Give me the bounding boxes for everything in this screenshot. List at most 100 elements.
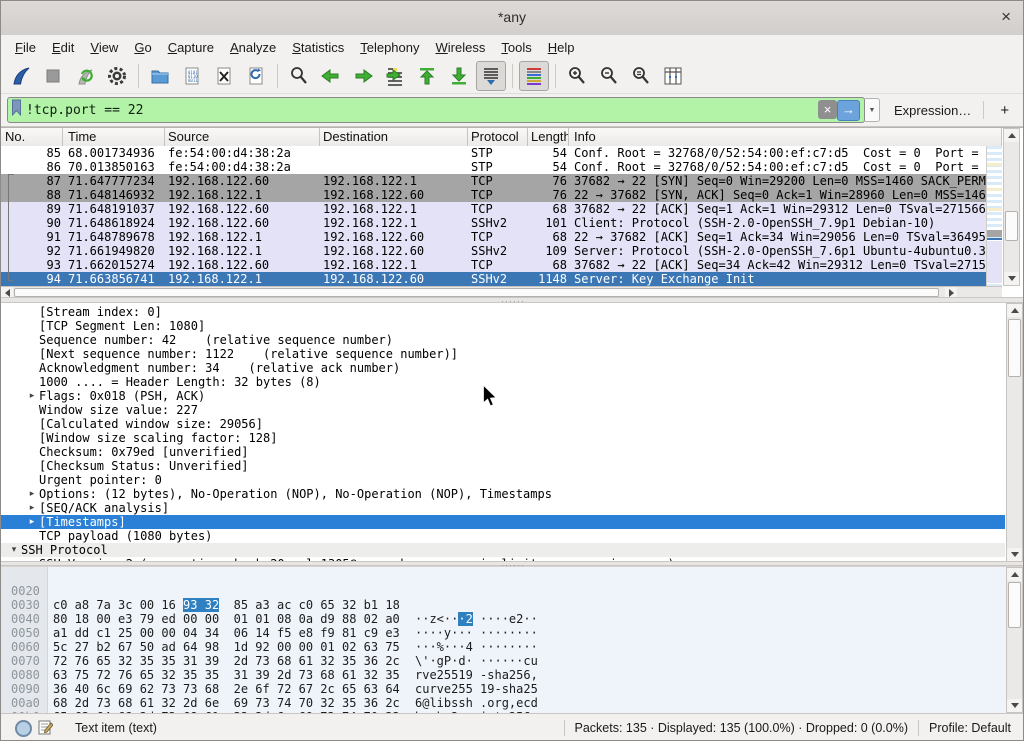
close-file-icon[interactable]: [209, 61, 239, 91]
expand-arrow-icon[interactable]: ▸: [25, 487, 39, 501]
zoom-in-magnifier-icon[interactable]: [562, 61, 592, 91]
start-capture-fin-icon[interactable]: [6, 61, 36, 91]
profile-label[interactable]: Profile: Default: [929, 721, 1011, 735]
open-file-folder-icon[interactable]: [145, 61, 175, 91]
packet-row[interactable]: 93 71.662015274 192.168.122.60 192.168.1…: [1, 258, 1002, 272]
menu-item[interactable]: Telephony: [352, 38, 427, 57]
reload-file-icon[interactable]: [241, 61, 271, 91]
menu-item[interactable]: View: [82, 38, 126, 57]
close-icon[interactable]: ×: [1001, 7, 1011, 27]
packet-list-header[interactable]: No. Time Source Destination Protocol Len…: [1, 128, 1002, 147]
detail-row[interactable]: [TCP Segment Len: 1080]: [1, 319, 1005, 333]
zoom-original-magnifier-icon[interactable]: [626, 61, 656, 91]
detail-row[interactable]: Acknowledgment number: 34 (relative ack …: [1, 361, 1005, 375]
detail-row[interactable]: ▾ SSH Protocol: [1, 543, 1005, 557]
menu-item[interactable]: Tools: [493, 38, 539, 57]
expand-arrow-icon[interactable]: [25, 431, 39, 445]
stop-capture-icon[interactable]: [38, 61, 68, 91]
resize-columns-icon[interactable]: [658, 61, 688, 91]
packet-row[interactable]: 92 71.661949820 192.168.122.1 192.168.12…: [1, 244, 1002, 258]
expression-button[interactable]: Expression…: [894, 103, 971, 118]
detail-row[interactable]: [Next sequence number: 1122 (relative se…: [1, 347, 1005, 361]
save-file-icon[interactable]: 010101100011: [177, 61, 207, 91]
menu-item[interactable]: Capture: [160, 38, 222, 57]
expand-arrow-icon[interactable]: [25, 305, 39, 319]
expand-arrow-icon[interactable]: [25, 459, 39, 473]
intelligent-scrollbar-minimap[interactable]: [986, 146, 1002, 286]
packet-row[interactable]: 94 71.663856741 192.168.122.1 192.168.12…: [1, 272, 1002, 286]
menu-item[interactable]: Statistics: [284, 38, 352, 57]
expand-arrow-icon[interactable]: [25, 375, 39, 389]
expand-arrow-icon[interactable]: ▾: [7, 543, 21, 557]
packet-row[interactable]: 85 68.001734936 fe:54:00:d4:38:2a STP 54…: [1, 146, 1002, 160]
filter-bookmark-icon[interactable]: [11, 99, 22, 121]
packet-row[interactable]: 89 71.648191037 192.168.122.60 192.168.1…: [1, 202, 1002, 216]
column-source[interactable]: Source: [165, 128, 320, 146]
detail-row[interactable]: ▸ [SEQ/ACK analysis]: [1, 501, 1005, 515]
go-forward-arrow-icon[interactable]: [348, 61, 378, 91]
auto-scroll-icon[interactable]: [476, 61, 506, 91]
column-info[interactable]: Info: [569, 128, 1002, 146]
hex-row[interactable]: 00a0 65 63 64 68 2d 73 68 61 32 2d 6e 69…: [1, 682, 1005, 696]
scroll-thumb[interactable]: [1008, 582, 1021, 628]
detail-row[interactable]: [Checksum Status: Unverified]: [1, 459, 1005, 473]
scroll-down-icon[interactable]: [1007, 699, 1022, 712]
expand-arrow-icon[interactable]: [25, 417, 39, 431]
column-destination[interactable]: Destination: [320, 128, 468, 146]
menu-item[interactable]: Edit: [44, 38, 82, 57]
hex-row[interactable]: 0020 c0 a8 7a 3c 00 16 93 32 85 a3 ac c0…: [1, 570, 1005, 584]
expand-arrow-icon[interactable]: [25, 403, 39, 417]
filter-apply-icon[interactable]: →: [837, 100, 860, 121]
hex-row[interactable]: 0060 72 76 65 32 35 35 31 39 2d 73 68 61…: [1, 626, 1005, 640]
go-last-packet-icon[interactable]: [444, 61, 474, 91]
scroll-up-icon[interactable]: [1007, 568, 1022, 581]
packet-row[interactable]: 91 71.648789678 192.168.122.1 192.168.12…: [1, 230, 1002, 244]
column-no[interactable]: No.: [1, 128, 63, 146]
scroll-thumb[interactable]: [1005, 211, 1018, 241]
hex-row[interactable]: 0070 63 75 72 76 65 32 35 35 31 39 2d 73…: [1, 640, 1005, 654]
scroll-down-icon[interactable]: [1004, 272, 1019, 285]
hex-row[interactable]: 0050 5c 27 b2 67 50 ad 64 98 1d 92 00 00…: [1, 612, 1005, 626]
detail-row[interactable]: TCP payload (1080 bytes): [1, 529, 1005, 543]
menu-item[interactable]: Analyze: [222, 38, 284, 57]
detail-row[interactable]: ▸ [Timestamps]: [1, 515, 1005, 529]
expand-arrow-icon[interactable]: [25, 319, 39, 333]
expand-arrow-icon[interactable]: ▸: [25, 501, 39, 515]
detail-row[interactable]: ▸ Flags: 0x018 (PSH, ACK): [1, 389, 1005, 403]
packet-row[interactable]: 86 70.013850163 fe:54:00:d4:38:2a STP 54…: [1, 160, 1002, 174]
detail-row[interactable]: Checksum: 0x79ed [unverified]: [1, 445, 1005, 459]
column-time[interactable]: Time: [63, 128, 165, 146]
scroll-up-icon[interactable]: [1004, 129, 1019, 142]
hex-row[interactable]: 0040 a1 dd c1 25 00 00 04 34 06 14 f5 e8…: [1, 598, 1005, 612]
expand-arrow-icon[interactable]: [25, 529, 39, 543]
hex-row[interactable]: 0090 68 2d 73 68 61 32 2d 6e 69 73 74 70…: [1, 668, 1005, 682]
display-filter-input[interactable]: !tcp.port == 22 × →: [7, 97, 865, 123]
menu-item[interactable]: File: [7, 38, 44, 57]
title-bar[interactable]: *any ×: [1, 1, 1023, 36]
zoom-out-magnifier-icon[interactable]: [594, 61, 624, 91]
expand-arrow-icon[interactable]: [25, 473, 39, 487]
column-protocol[interactable]: Protocol: [468, 128, 528, 146]
hex-row[interactable]: 0080 36 40 6c 69 62 73 73 68 2e 6f 72 67…: [1, 654, 1005, 668]
expand-arrow-icon[interactable]: ▸: [25, 389, 39, 403]
hex-vscrollbar[interactable]: [1006, 567, 1023, 713]
go-first-packet-icon[interactable]: [412, 61, 442, 91]
expand-arrow-icon[interactable]: [25, 361, 39, 375]
expand-arrow-icon[interactable]: [25, 333, 39, 347]
scroll-thumb[interactable]: [1008, 319, 1021, 377]
hex-row[interactable]: 00b0 38 34 2c 65 63 64 68 2d 73 68 61 32…: [1, 696, 1005, 710]
go-back-arrow-icon[interactable]: [316, 61, 346, 91]
colorize-packets-icon[interactable]: [519, 61, 549, 91]
expand-arrow-icon[interactable]: [25, 347, 39, 361]
menu-item[interactable]: Wireless: [428, 38, 494, 57]
go-to-packet-icon[interactable]: [380, 61, 410, 91]
detail-row[interactable]: Sequence number: 42 (relative sequence n…: [1, 333, 1005, 347]
expand-arrow-icon[interactable]: [25, 445, 39, 459]
packet-row[interactable]: 90 71.648618924 192.168.122.60 192.168.1…: [1, 216, 1002, 230]
capture-options-gear-icon[interactable]: [102, 61, 132, 91]
scroll-thumb[interactable]: [14, 288, 939, 297]
capture-comment-icon[interactable]: [38, 719, 53, 738]
restart-capture-icon[interactable]: [70, 61, 100, 91]
packet-row[interactable]: 87 71.647777234 192.168.122.60 192.168.1…: [1, 174, 1002, 188]
menu-item[interactable]: Go: [126, 38, 159, 57]
